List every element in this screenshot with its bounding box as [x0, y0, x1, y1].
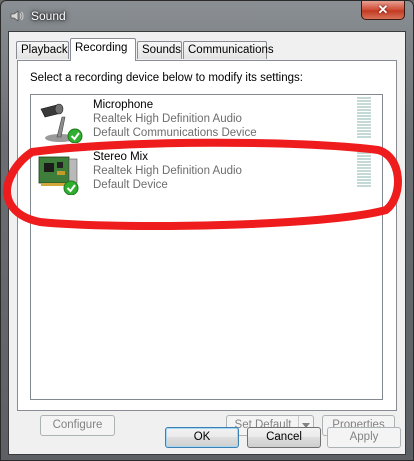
- dialog-body: Playback Recording Sounds Communications…: [8, 31, 406, 455]
- green-check-icon: [67, 128, 83, 143]
- window-title: Sound: [31, 9, 66, 23]
- tab-playback[interactable]: Playback: [16, 41, 69, 59]
- device-list[interactable]: Microphone Realtek High Definition Audio…: [30, 94, 383, 400]
- device-row-microphone[interactable]: Microphone Realtek High Definition Audio…: [31, 95, 382, 145]
- device-name: Microphone: [93, 99, 154, 111]
- green-check-icon: [63, 180, 79, 195]
- device-row-stereo-mix[interactable]: Stereo Mix Realtek High Definition Audio…: [31, 147, 382, 197]
- configure-button[interactable]: Configure: [40, 415, 115, 436]
- microphone-icon: [40, 103, 83, 143]
- ok-button[interactable]: OK: [165, 427, 239, 448]
- device-status: Default Device: [93, 179, 168, 191]
- sound-card-icon: [38, 156, 79, 195]
- device-driver: Realtek High Definition Audio: [93, 113, 242, 125]
- close-button[interactable]: ✕: [361, 1, 405, 20]
- instructions-text: Select a recording device below to modif…: [30, 72, 303, 84]
- device-status: Default Communications Device: [93, 127, 257, 139]
- tab-sounds[interactable]: Sounds: [137, 41, 182, 59]
- tab-communications[interactable]: Communications: [183, 41, 274, 59]
- level-meter: [357, 97, 371, 139]
- recording-tab-panel: Select a recording device below to modif…: [17, 60, 397, 436]
- cancel-button[interactable]: Cancel: [247, 427, 321, 448]
- speaker-icon: [10, 10, 24, 22]
- apply-button[interactable]: Apply: [327, 427, 401, 448]
- level-meter: [357, 149, 371, 188]
- title-bar[interactable]: Sound ✕: [1, 1, 413, 31]
- device-name: Stereo Mix: [93, 151, 148, 163]
- tab-recording[interactable]: Recording: [70, 38, 136, 61]
- sound-dialog-window: Sound ✕ Playback Recording Sounds Commun…: [0, 0, 414, 461]
- device-driver: Realtek High Definition Audio: [93, 165, 242, 177]
